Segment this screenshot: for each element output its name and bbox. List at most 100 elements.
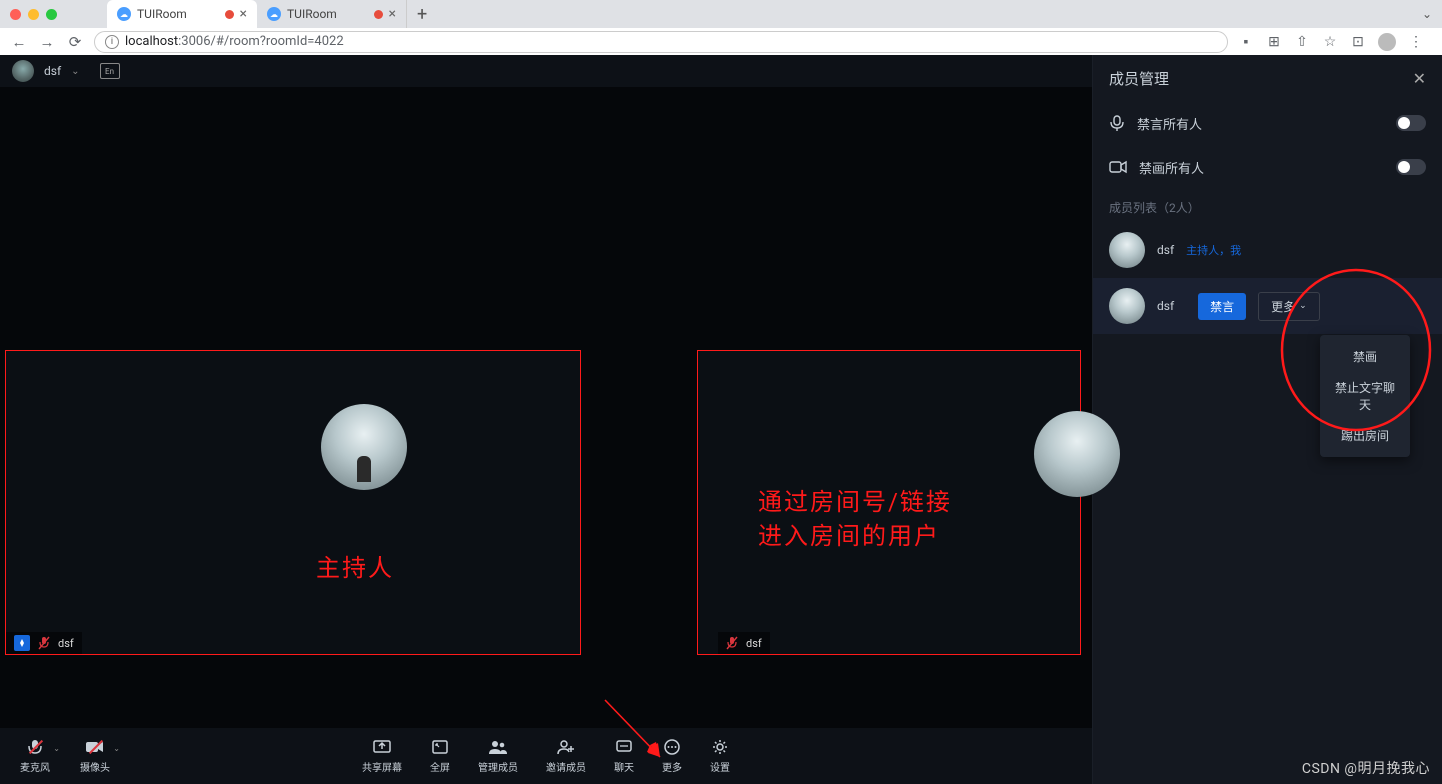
chevron-down-icon: ⌄ — [1299, 301, 1307, 311]
member-row-host[interactable]: dsf 主持人，我 — [1093, 222, 1442, 278]
url-path: /#/room?roomId=4022 — [211, 34, 344, 49]
browser-tab-2[interactable]: ☁ TUIRoom × — [257, 0, 407, 28]
chat-button[interactable]: 聊天 — [614, 738, 634, 774]
forward-button[interactable]: → — [38, 33, 56, 51]
tab-favicon-icon: ☁ — [117, 7, 131, 21]
member-avatar — [1109, 288, 1145, 324]
browser-chrome: ☁ TUIRoom × ☁ TUIRoom × + ⌄ ← → ⟳ i loca… — [0, 0, 1442, 55]
more-button[interactable]: 更多 — [662, 738, 682, 774]
fullscreen-icon — [430, 738, 450, 756]
more-icon — [662, 738, 682, 756]
members-panel: 成员管理 ✕ 禁言所有人 禁画所有人 成员列表（2人） dsf 主持人，我 — [1092, 55, 1442, 784]
annotation-guest-label: 通过房间号/链接 进入房间的用户 — [758, 486, 952, 553]
host-badge-icon — [14, 635, 30, 651]
camera-icon — [85, 738, 105, 756]
toolbar-label: 邀请成员 — [546, 759, 586, 774]
tile-footer: dsf — [718, 632, 770, 654]
new-tab-button[interactable]: + — [407, 4, 437, 25]
address-bar: ← → ⟳ i localhost:3006/#/room?roomId=402… — [0, 28, 1442, 55]
mic-muted-icon — [38, 636, 50, 650]
profile-avatar-icon[interactable] — [1378, 33, 1396, 51]
close-panel-icon[interactable]: ✕ — [1413, 69, 1426, 88]
mute-all-audio-row: 禁言所有人 — [1093, 101, 1442, 145]
mic-icon — [1109, 114, 1125, 132]
mute-all-video-toggle[interactable] — [1396, 159, 1426, 175]
menu-icon[interactable]: ⋮ — [1408, 34, 1424, 50]
member-more-button[interactable]: 更多 ⌄ — [1258, 292, 1320, 321]
extensions-icon[interactable]: ⊡ — [1350, 34, 1366, 50]
app-root: dsf ⌄ En 主持人 dsf — [0, 55, 1442, 784]
more-label: 更多 — [1271, 298, 1295, 315]
reload-button[interactable]: ⟳ — [66, 33, 84, 51]
member-row-guest[interactable]: dsf 禁言 更多 ⌄ — [1093, 278, 1442, 334]
manage-members-button[interactable]: 管理成员 — [478, 738, 518, 774]
member-actions-dropdown: 禁画 禁止文字聊天 踢出房间 — [1320, 335, 1410, 457]
share-icon[interactable]: ⇧ — [1294, 34, 1310, 50]
watermark: CSDN @明月挽我心 — [1302, 758, 1430, 778]
mic-toggle-button[interactable]: 麦克风 ⌄ — [20, 738, 50, 774]
back-button[interactable]: ← — [10, 33, 28, 51]
gear-icon — [710, 738, 730, 756]
mute-all-video-label: 禁画所有人 — [1139, 158, 1204, 177]
url-host: localhost — [125, 34, 178, 49]
toolbar-label: 设置 — [710, 759, 730, 774]
member-list-header: 成员列表（2人） — [1093, 189, 1442, 222]
browser-toolbar: ▪ ⊞ ⇧ ☆ ⊡ ⋮ — [1238, 33, 1432, 51]
dropdown-kick[interactable]: 踢出房间 — [1320, 420, 1410, 451]
chevron-down-icon[interactable]: ⌄ — [71, 66, 79, 77]
app-header: dsf ⌄ En — [0, 55, 1092, 87]
video-tile-host[interactable]: 主持人 dsf — [5, 350, 581, 655]
participant-avatar — [321, 404, 407, 490]
toolbar-label: 共享屏幕 — [362, 759, 402, 774]
chevron-down-icon[interactable]: ⌄ — [113, 744, 120, 753]
translate-icon[interactable]: ⊞ — [1266, 34, 1282, 50]
panel-header: 成员管理 ✕ — [1093, 55, 1442, 101]
dropdown-mute-video[interactable]: 禁画 — [1320, 341, 1410, 372]
minimize-window-icon[interactable] — [28, 9, 39, 20]
mute-all-audio-label: 禁言所有人 — [1137, 114, 1202, 133]
camera-permission-icon[interactable]: ▪ — [1238, 34, 1254, 50]
tab-overflow-icon[interactable]: ⌄ — [1422, 7, 1432, 21]
toolbar-label: 管理成员 — [478, 759, 518, 774]
dropdown-mute-chat[interactable]: 禁止文字聊天 — [1320, 372, 1410, 420]
video-grid: 主持人 dsf 通过房间号/链接 进入房间的用户 — [0, 87, 1092, 728]
toolbar-label: 全屏 — [430, 759, 450, 774]
fullscreen-button[interactable]: 全屏 — [430, 738, 450, 774]
video-tile-guest[interactable]: 通过房间号/链接 进入房间的用户 dsf — [697, 350, 1081, 655]
url-input[interactable]: i localhost:3006/#/room?roomId=4022 — [94, 31, 1228, 53]
participant-avatar — [1034, 411, 1120, 497]
mute-member-button[interactable]: 禁言 — [1198, 293, 1246, 320]
maximize-window-icon[interactable] — [46, 9, 57, 20]
language-switch-icon[interactable]: En — [100, 63, 120, 79]
bottom-toolbar: 麦克风 ⌄ 摄像头 ⌄ 共享屏幕 — [0, 728, 1092, 784]
bookmark-icon[interactable]: ☆ — [1322, 34, 1338, 50]
recording-icon — [374, 10, 383, 19]
mute-all-video-row: 禁画所有人 — [1093, 145, 1442, 189]
toolbar-label: 摄像头 — [80, 759, 110, 774]
tab-favicon-icon: ☁ — [267, 7, 281, 21]
mic-icon — [25, 738, 45, 756]
settings-button[interactable]: 设置 — [710, 738, 730, 774]
share-screen-button[interactable]: 共享屏幕 — [362, 738, 402, 774]
tab-close-icon[interactable]: × — [389, 6, 396, 22]
mute-all-audio-toggle[interactable] — [1396, 115, 1426, 131]
member-tag: 主持人，我 — [1186, 242, 1241, 258]
browser-tab-1[interactable]: ☁ TUIRoom × — [107, 0, 257, 28]
toolbar-label: 聊天 — [614, 759, 634, 774]
close-window-icon[interactable] — [10, 9, 21, 20]
invite-button[interactable]: 邀请成员 — [546, 738, 586, 774]
participant-name: dsf — [58, 637, 74, 650]
panel-title: 成员管理 — [1109, 68, 1169, 89]
annotation-host-label: 主持人 — [316, 548, 394, 583]
chevron-down-icon[interactable]: ⌄ — [53, 744, 60, 753]
camera-icon — [1109, 160, 1127, 174]
site-info-icon[interactable]: i — [105, 35, 119, 49]
recording-icon — [225, 10, 234, 19]
tab-title: TUIRoom — [287, 7, 337, 21]
current-user-avatar[interactable] — [12, 60, 34, 82]
member-avatar — [1109, 232, 1145, 268]
tab-close-icon[interactable]: × — [240, 6, 247, 22]
camera-toggle-button[interactable]: 摄像头 ⌄ — [80, 738, 110, 774]
window-controls[interactable] — [10, 9, 57, 20]
toolbar-label: 更多 — [662, 759, 682, 774]
